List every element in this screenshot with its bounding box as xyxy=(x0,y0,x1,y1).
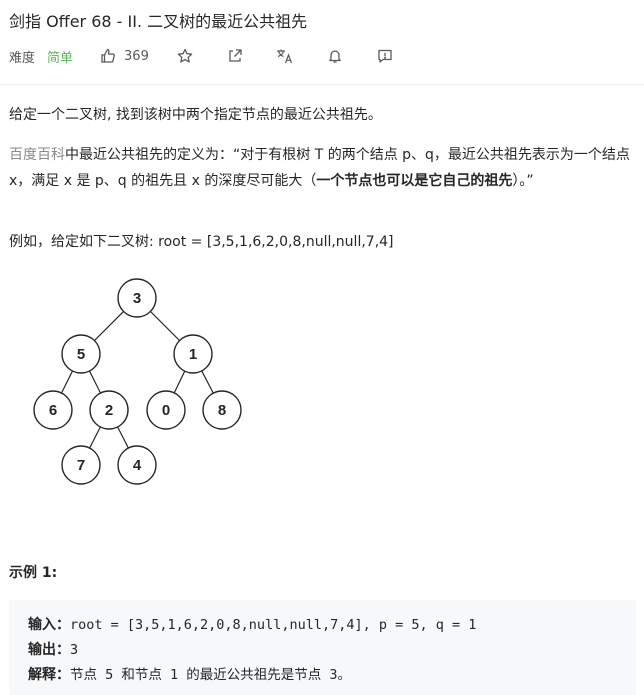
definition-end-text: ）。” xyxy=(512,173,534,189)
star-icon[interactable] xyxy=(175,46,195,66)
description-paragraph-3: 例如，给定如下二叉树: root = [3,5,1,6,2,0,8,null,n… xyxy=(9,234,394,250)
example-title: 示例 1: xyxy=(9,565,58,581)
description-paragraph-2: 百度百科中最近公共祖先的定义为：“对于有根树 T 的两个结点 p、q，最近公共祖… xyxy=(9,142,634,194)
header-divider xyxy=(0,84,644,85)
tree-node-label: 1 xyxy=(189,346,197,363)
difficulty-label: 难度 xyxy=(9,50,36,66)
example-code-block: 输入：root = [3,5,1,6,2,0,8,null,null,7,4],… xyxy=(9,600,636,695)
baike-link[interactable]: 百度百科 xyxy=(9,147,65,163)
tree-node-label: 7 xyxy=(77,457,85,474)
example-output-line: 输出：3 xyxy=(28,640,78,660)
tree-node-label: 0 xyxy=(162,402,170,419)
definition-bold-text: 一个节点也可以是它自己的祖先 xyxy=(316,173,513,189)
example-explain-line: 解释：节点 5 和节点 1 的最近公共祖先是节点 3。 xyxy=(28,665,351,685)
difficulty-badge: 简单 xyxy=(47,50,74,66)
output-label: 输出： xyxy=(28,642,70,658)
translate-icon[interactable] xyxy=(275,46,295,66)
input-value: root = [3,5,1,6,2,0,8,null,null,7,4], p … xyxy=(70,617,477,633)
feedback-icon[interactable] xyxy=(375,46,395,66)
description-paragraph-1: 给定一个二叉树, 找到该树中两个指定节点的最近公共祖先。 xyxy=(9,107,382,123)
thumbs-up-icon[interactable] xyxy=(98,46,118,66)
tree-node-label: 6 xyxy=(49,402,57,419)
tree-node-label: 8 xyxy=(218,402,226,419)
like-count: 369 xyxy=(124,48,149,64)
bell-icon[interactable] xyxy=(325,46,345,66)
problem-title: 剑指 Offer 68 - II. 二叉树的最近公共祖先 xyxy=(9,12,308,31)
input-label: 输入： xyxy=(28,617,70,633)
example-input-line: 输入：root = [3,5,1,6,2,0,8,null,null,7,4],… xyxy=(28,615,476,635)
problem-meta-bar: 难度 简单 369 xyxy=(9,44,395,68)
tree-node-label: 5 xyxy=(77,346,85,363)
share-icon[interactable] xyxy=(225,46,245,66)
tree-node-label: 2 xyxy=(105,402,113,419)
explain-label: 解释： xyxy=(28,667,70,683)
tree-node-label: 3 xyxy=(133,290,141,307)
binary-tree-diagram: 3 5 1 6 2 0 8 7 4 xyxy=(33,278,242,485)
explain-value: 节点 5 和节点 1 的最近公共祖先是节点 3。 xyxy=(70,667,352,683)
tree-node-label: 4 xyxy=(133,457,142,474)
output-value: 3 xyxy=(70,642,79,658)
